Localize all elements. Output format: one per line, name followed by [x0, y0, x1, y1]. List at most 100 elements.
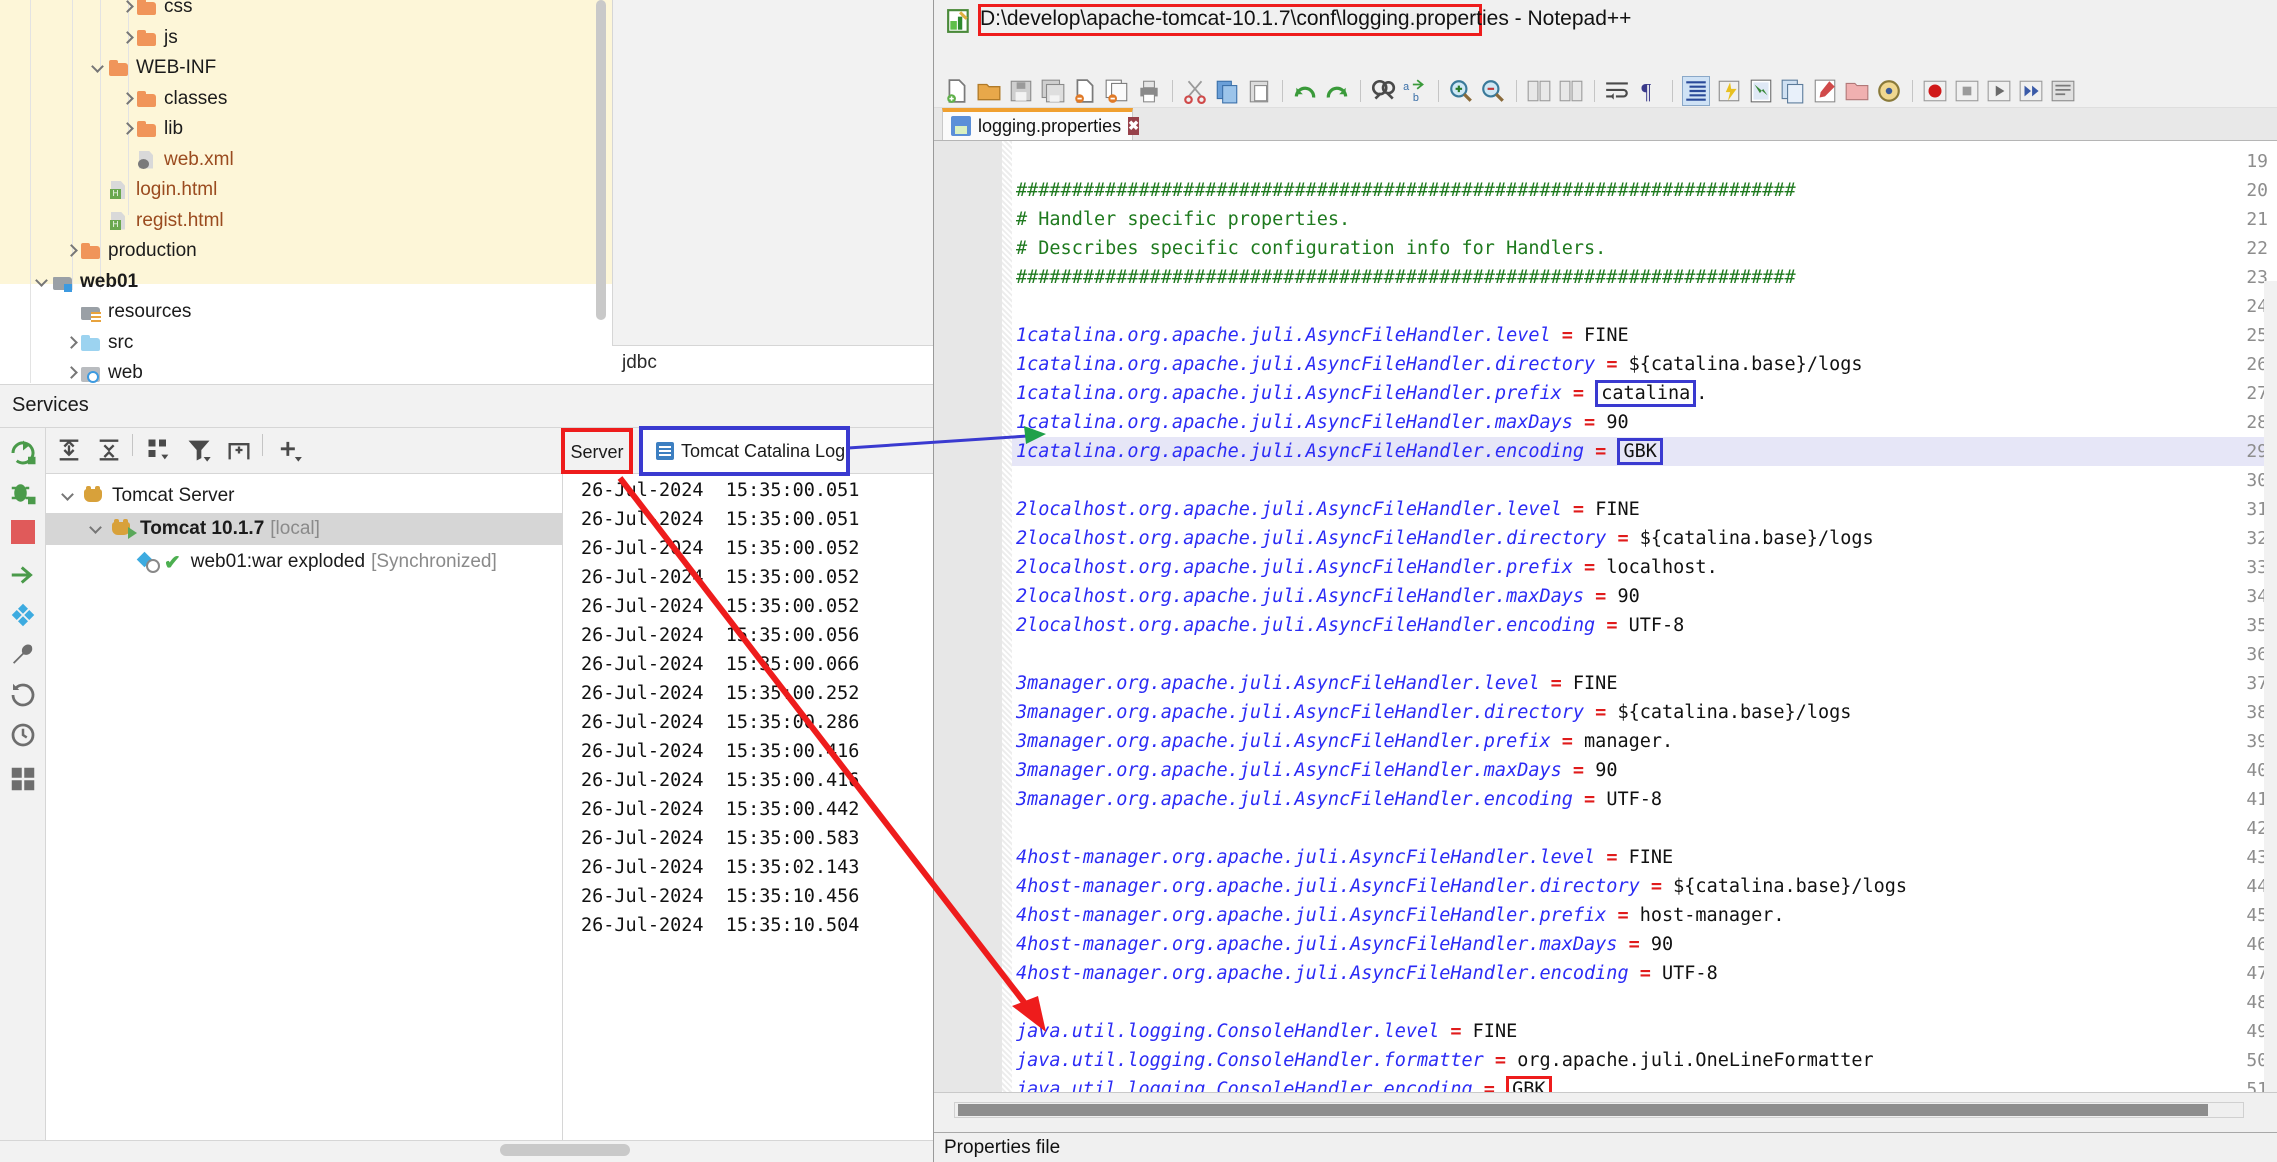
chevron-down-icon[interactable] — [90, 59, 108, 77]
code-line[interactable]: 3manager.org.apache.juli.AsyncFileHandle… — [1016, 756, 1617, 785]
editor-horizontal-scrollbar-thumb[interactable] — [958, 1104, 2208, 1116]
document-map-icon[interactable] — [1748, 78, 1774, 104]
close-icon[interactable]: ✖ — [1128, 117, 1140, 135]
chevron-right-icon[interactable] — [118, 29, 136, 47]
zoom-in-icon[interactable] — [1448, 78, 1474, 104]
add-icon[interactable] — [275, 436, 303, 464]
grid-icon[interactable] — [8, 764, 38, 794]
tree-item-web-inf[interactable]: WEB-INF — [90, 53, 216, 83]
code-line[interactable]: 2localhost.org.apache.juli.AsyncFileHand… — [1016, 553, 1718, 582]
wrench-icon[interactable] — [8, 640, 38, 670]
close-all-files-icon[interactable] — [1104, 78, 1130, 104]
chevron-right-icon[interactable] — [62, 242, 80, 260]
chevron-right-icon[interactable] — [118, 0, 136, 16]
code-line[interactable]: 1catalina.org.apache.juli.AsyncFileHandl… — [1016, 437, 1663, 466]
print-icon[interactable] — [1136, 78, 1162, 104]
paste-icon[interactable] — [1246, 78, 1272, 104]
tree-item-login-html[interactable]: Hlogin.html — [90, 175, 217, 205]
close-file-icon[interactable] — [1072, 78, 1098, 104]
tree-item-production[interactable]: production — [62, 236, 197, 266]
services-tree-item-web01-war-exploded[interactable]: ✔ web01:war exploded [Synchronized] — [46, 546, 563, 578]
services-tree-item-tomcat-server[interactable]: Tomcat Server — [46, 480, 563, 512]
refresh-clock-icon[interactable] — [8, 720, 38, 750]
find-icon[interactable] — [1370, 78, 1396, 104]
code-line[interactable]: 4host-manager.org.apache.juli.AsyncFileH… — [1016, 959, 1718, 988]
services-tree-item-tomcat-10-1-7[interactable]: Tomcat 10.1.7 [local] — [46, 513, 563, 545]
resume-icon[interactable] — [8, 560, 38, 590]
indent-guideline-icon[interactable] — [1682, 76, 1710, 106]
code-line[interactable]: ########################################… — [1016, 263, 1796, 292]
function-list-icon[interactable] — [1812, 78, 1838, 104]
sync-vertical-scroll-icon[interactable] — [1526, 78, 1552, 104]
code-line[interactable]: 4host-manager.org.apache.juli.AsyncFileH… — [1016, 872, 1907, 901]
tree-item-js[interactable]: js — [118, 23, 178, 53]
settings-layers-icon[interactable] — [8, 600, 38, 630]
code-line[interactable]: 3manager.org.apache.juli.AsyncFileHandle… — [1016, 669, 1617, 698]
code-line[interactable]: 2localhost.org.apache.juli.AsyncFileHand… — [1016, 582, 1640, 611]
code-line[interactable]: 2localhost.org.apache.juli.AsyncFileHand… — [1016, 524, 1874, 553]
add-tab-icon[interactable] — [225, 436, 253, 464]
collapse-all-icon[interactable] — [95, 436, 123, 464]
tab-server[interactable]: Server — [566, 434, 628, 470]
rerun-icon[interactable] — [8, 438, 38, 468]
code-line[interactable]: 3manager.org.apache.juli.AsyncFileHandle… — [1016, 698, 1851, 727]
editor-vertical-scrollbar[interactable] — [2264, 281, 2277, 1162]
code-line[interactable]: 4host-manager.org.apache.juli.AsyncFileH… — [1016, 843, 1673, 872]
tree-item-css[interactable]: css — [118, 0, 193, 22]
code-line[interactable]: 1catalina.org.apache.juli.AsyncFileHandl… — [1016, 321, 1629, 350]
code-line[interactable]: 1catalina.org.apache.juli.AsyncFileHandl… — [1016, 350, 1863, 379]
sync-horizontal-scroll-icon[interactable] — [1558, 78, 1584, 104]
code-line[interactable]: 1catalina.org.apache.juli.AsyncFileHandl… — [1016, 379, 1707, 408]
code-line[interactable]: # Handler specific properties. — [1016, 205, 1350, 234]
tree-item-src[interactable]: src — [62, 328, 133, 358]
replace-icon[interactable]: ab — [1402, 78, 1428, 104]
code-line[interactable]: 4host-manager.org.apache.juli.AsyncFileH… — [1016, 930, 1673, 959]
code-line[interactable]: 2localhost.org.apache.juli.AsyncFileHand… — [1016, 611, 1684, 640]
chevron-right-icon[interactable] — [118, 120, 136, 138]
redo-icon[interactable] — [1324, 78, 1350, 104]
services-tree[interactable]: Tomcat Server Tomcat 10.1.7 [local] ✔ web01… — [46, 474, 563, 1162]
restart-icon[interactable] — [8, 680, 38, 710]
user-defined-language-icon[interactable] — [1716, 78, 1742, 104]
expand-all-icon[interactable] — [55, 436, 83, 464]
ide-horizontal-scrollbar[interactable] — [500, 1144, 630, 1156]
chevron-right-icon[interactable] — [118, 90, 136, 108]
cut-icon[interactable] — [1182, 78, 1208, 104]
document-list-icon[interactable] — [1780, 78, 1806, 104]
open-file-icon[interactable] — [976, 78, 1002, 104]
code-line[interactable]: 3manager.org.apache.juli.AsyncFileHandle… — [1016, 785, 1662, 814]
chevron-down-icon[interactable] — [60, 487, 78, 505]
stop-icon[interactable] — [11, 520, 35, 544]
tab-logging-properties[interactable]: logging.properties ✖ — [942, 108, 1140, 140]
code-line[interactable]: java.util.logging.ConsoleHandler.level =… — [1016, 1017, 1517, 1046]
save-icon[interactable] — [1008, 78, 1034, 104]
macro-save-icon[interactable] — [2050, 78, 2076, 104]
undo-icon[interactable] — [1292, 78, 1318, 104]
debug-icon[interactable] — [8, 478, 38, 508]
tab-tomcat-catalina-log[interactable]: Tomcat Catalina Log — [642, 428, 848, 474]
folder-as-workspace-icon[interactable] — [1844, 78, 1870, 104]
code-line[interactable]: ########################################… — [1016, 176, 1796, 205]
editor-tab-jdbc[interactable] — [612, 345, 935, 383]
code-line[interactable]: 2localhost.org.apache.juli.AsyncFileHand… — [1016, 495, 1640, 524]
macro-record-icon[interactable] — [1922, 78, 1948, 104]
chevron-right-icon[interactable] — [62, 364, 80, 382]
zoom-out-icon[interactable] — [1480, 78, 1506, 104]
tree-item-resources[interactable]: resources — [62, 297, 191, 327]
code-line[interactable]: 4host-manager.org.apache.juli.AsyncFileH… — [1016, 901, 1785, 930]
new-file-icon[interactable] — [944, 78, 970, 104]
tree-item-classes[interactable]: classes — [118, 84, 227, 114]
project-tree-scrollbar[interactable] — [596, 0, 606, 320]
tree-item-regist-html[interactable]: Hregist.html — [90, 206, 224, 236]
tree-item-lib[interactable]: lib — [118, 114, 183, 144]
tree-item-web-xml[interactable]: web.xml — [118, 145, 234, 175]
show-all-characters-icon[interactable]: ¶ — [1636, 78, 1662, 104]
code-line[interactable]: # Describes specific configuration info … — [1016, 234, 1606, 263]
code-line[interactable]: 3manager.org.apache.juli.AsyncFileHandle… — [1016, 727, 1673, 756]
macro-play-icon[interactable] — [1986, 78, 2012, 104]
monitor-icon[interactable] — [1876, 78, 1902, 104]
copy-icon[interactable] — [1214, 78, 1240, 104]
filter-icon[interactable] — [185, 436, 213, 464]
macro-stop-icon[interactable] — [1954, 78, 1980, 104]
code-line[interactable]: 1catalina.org.apache.juli.AsyncFileHandl… — [1016, 408, 1629, 437]
